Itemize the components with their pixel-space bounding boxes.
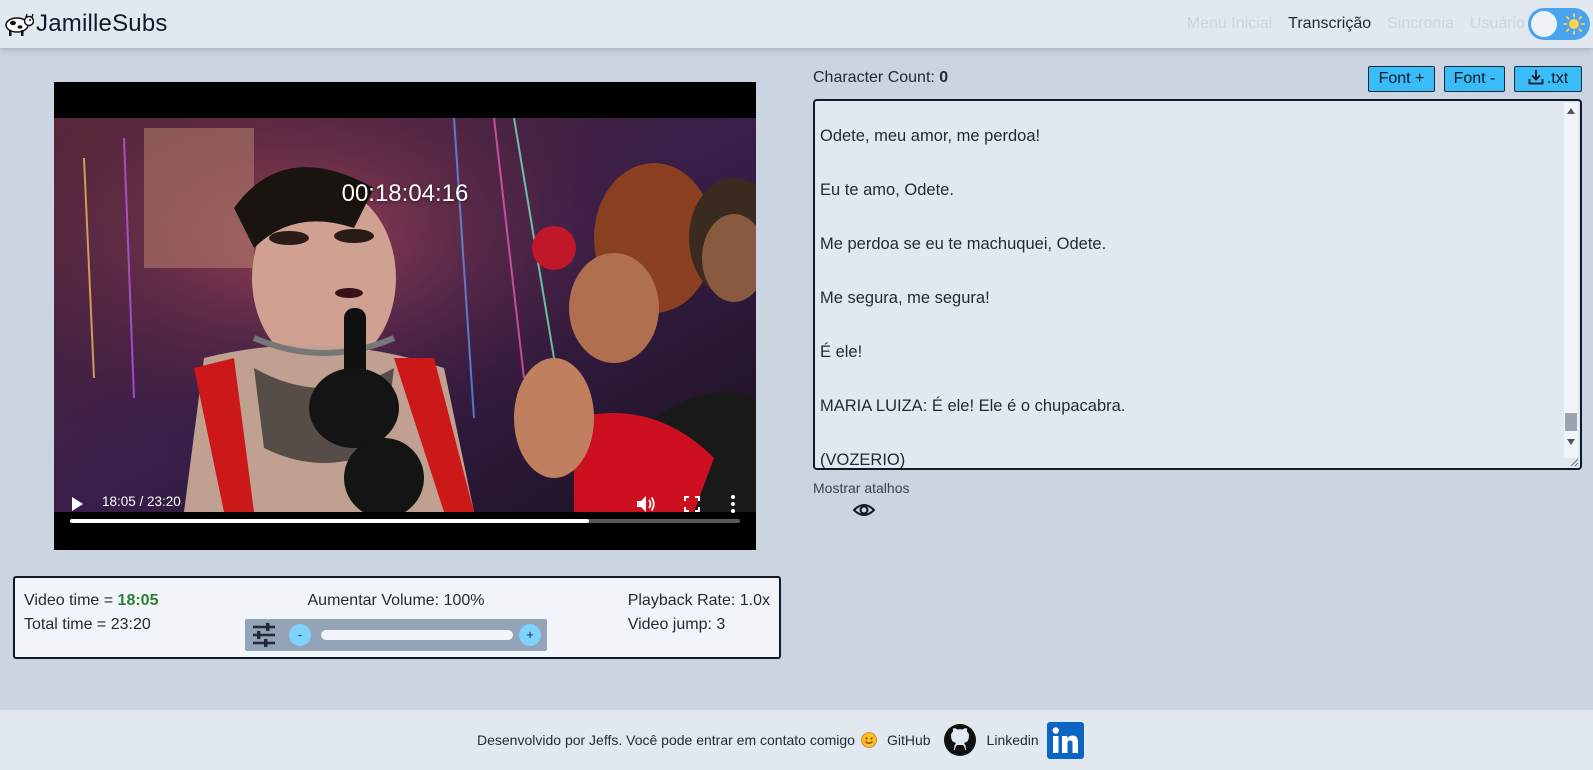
- nav-usuario[interactable]: Usuário: [1470, 15, 1525, 33]
- download-icon: [1528, 70, 1544, 85]
- show-shortcuts-label: Mostrar atalhos: [813, 480, 910, 496]
- video-controls: 18:05 / 23:20: [54, 480, 756, 550]
- theme-toggle[interactable]: [1528, 8, 1590, 40]
- volume-increase-button[interactable]: +: [519, 624, 541, 646]
- transcription-line: É ele!: [820, 343, 863, 361]
- player-info-panel: Video time = 18:05 Total time = 23:20 Au…: [13, 576, 781, 659]
- transcription-textarea[interactable]: Odete, meu amor, me perdoa! Eu te amo, O…: [813, 99, 1582, 470]
- video-time-display: 18:05 / 23:20: [102, 494, 181, 509]
- sliders-settings-icon[interactable]: [251, 622, 277, 648]
- navbar: JamilleSubs Menu Inicial Transcrição Sin…: [0, 0, 1593, 48]
- transcription-line: [820, 204, 1556, 231]
- character-count-label: Character Count:: [813, 69, 935, 86]
- character-count: Character Count: 0: [813, 69, 948, 87]
- brand-name: JamilleSubs: [36, 10, 168, 37]
- sun-icon: [1563, 13, 1585, 35]
- video-time-value: 18:05: [117, 592, 159, 609]
- footer-text: Desenvolvido por Jeffs. Você pode entrar…: [477, 732, 855, 748]
- transcription-line: Eu te amo, Odete.: [820, 181, 954, 199]
- video-jump: Video jump: 3: [627, 616, 726, 633]
- download-txt-label: .txt: [1546, 70, 1569, 87]
- transcription-line: [820, 366, 1556, 393]
- burned-in-timecode: 00:18:04:16: [341, 180, 469, 207]
- time-info: Video time = 18:05 Total time = 23:20: [24, 589, 158, 637]
- video-time-row: Video time = 18:05: [24, 589, 158, 613]
- transcription-line: Odete, meu amor, me perdoa!: [820, 127, 1041, 145]
- volume-label: Aumentar Volume: 100%: [307, 592, 485, 609]
- scroll-up-arrow-icon[interactable]: [1567, 108, 1575, 114]
- resize-grip-icon[interactable]: [1569, 457, 1579, 467]
- video-progress-bar[interactable]: [70, 519, 740, 523]
- footer: Desenvolvido por Jeffs. Você pode entrar…: [0, 710, 1593, 770]
- fullscreen-icon[interactable]: [684, 496, 700, 512]
- transcription-line: Me perdoa se eu te machuquei, Odete.: [820, 235, 1107, 253]
- total-time: Total time = 23:20: [24, 616, 151, 633]
- volume-slider[interactable]: [321, 630, 513, 640]
- video-frame[interactable]: 00:18:04:16: [54, 118, 756, 512]
- toggle-knob: [1531, 11, 1557, 37]
- eye-icon[interactable]: [853, 501, 875, 519]
- github-icon[interactable]: [943, 723, 977, 757]
- transcription-line: Me segura, me segura!: [820, 289, 990, 307]
- nav-transcricao[interactable]: Transcrição: [1288, 15, 1371, 33]
- nav-sincronia[interactable]: Sincronia: [1387, 15, 1454, 33]
- character-count-value: 0: [939, 69, 949, 86]
- transcription-line: [820, 312, 1556, 339]
- video-progress-fill: [70, 519, 590, 523]
- scroll-thumb[interactable]: [1565, 413, 1577, 431]
- video-time-label: Video time =: [24, 592, 118, 609]
- smiley-emoji-icon: [861, 732, 877, 748]
- transcription-line: [820, 150, 1556, 177]
- volume-icon[interactable]: [636, 495, 656, 513]
- download-txt-button[interactable]: .txt: [1514, 66, 1582, 92]
- play-icon[interactable]: [70, 496, 84, 512]
- nav-links: Menu Inicial Transcrição Sincronia Usuár…: [1187, 0, 1525, 48]
- volume-bar: - +: [245, 619, 547, 651]
- playback-rate: Playback Rate: 1.0x: [627, 592, 770, 609]
- transcription-text[interactable]: Odete, meu amor, me perdoa! Eu te amo, O…: [820, 123, 1556, 469]
- footer-content: Desenvolvido por Jeffs. Você pode entrar…: [477, 721, 1084, 759]
- linkedin-icon[interactable]: [1046, 721, 1084, 759]
- volume-decrease-button[interactable]: -: [289, 624, 311, 646]
- font-decrease-button[interactable]: Font -: [1444, 66, 1505, 92]
- transcription-line: (VOZERIO): [820, 451, 906, 469]
- github-link[interactable]: GitHub: [887, 732, 931, 748]
- transcription-line: MARIA LUIZA: É ele! Ele é o chupacabra.: [820, 397, 1126, 415]
- nav-menu-inicial[interactable]: Menu Inicial: [1187, 15, 1272, 33]
- playback-info: Playback Rate: 1.0x Video jump: 3: [628, 589, 770, 637]
- editor-scrollbar[interactable]: [1564, 103, 1578, 458]
- font-increase-button[interactable]: Font +: [1368, 66, 1435, 92]
- more-options-icon[interactable]: [730, 494, 736, 514]
- scroll-down-arrow-icon[interactable]: [1567, 439, 1575, 445]
- linkedin-link[interactable]: Linkedin: [987, 732, 1039, 748]
- transcription-line: [820, 420, 1556, 447]
- video-player[interactable]: 00:18:04:16 18:05 / 23:20: [54, 82, 756, 550]
- transcription-line: [820, 258, 1556, 285]
- brand[interactable]: JamilleSubs: [4, 10, 168, 38]
- cow-logo-icon: [5, 13, 34, 36]
- volume-control: Aumentar Volume: 100% - +: [245, 589, 547, 651]
- video-scene-image: [54, 118, 756, 512]
